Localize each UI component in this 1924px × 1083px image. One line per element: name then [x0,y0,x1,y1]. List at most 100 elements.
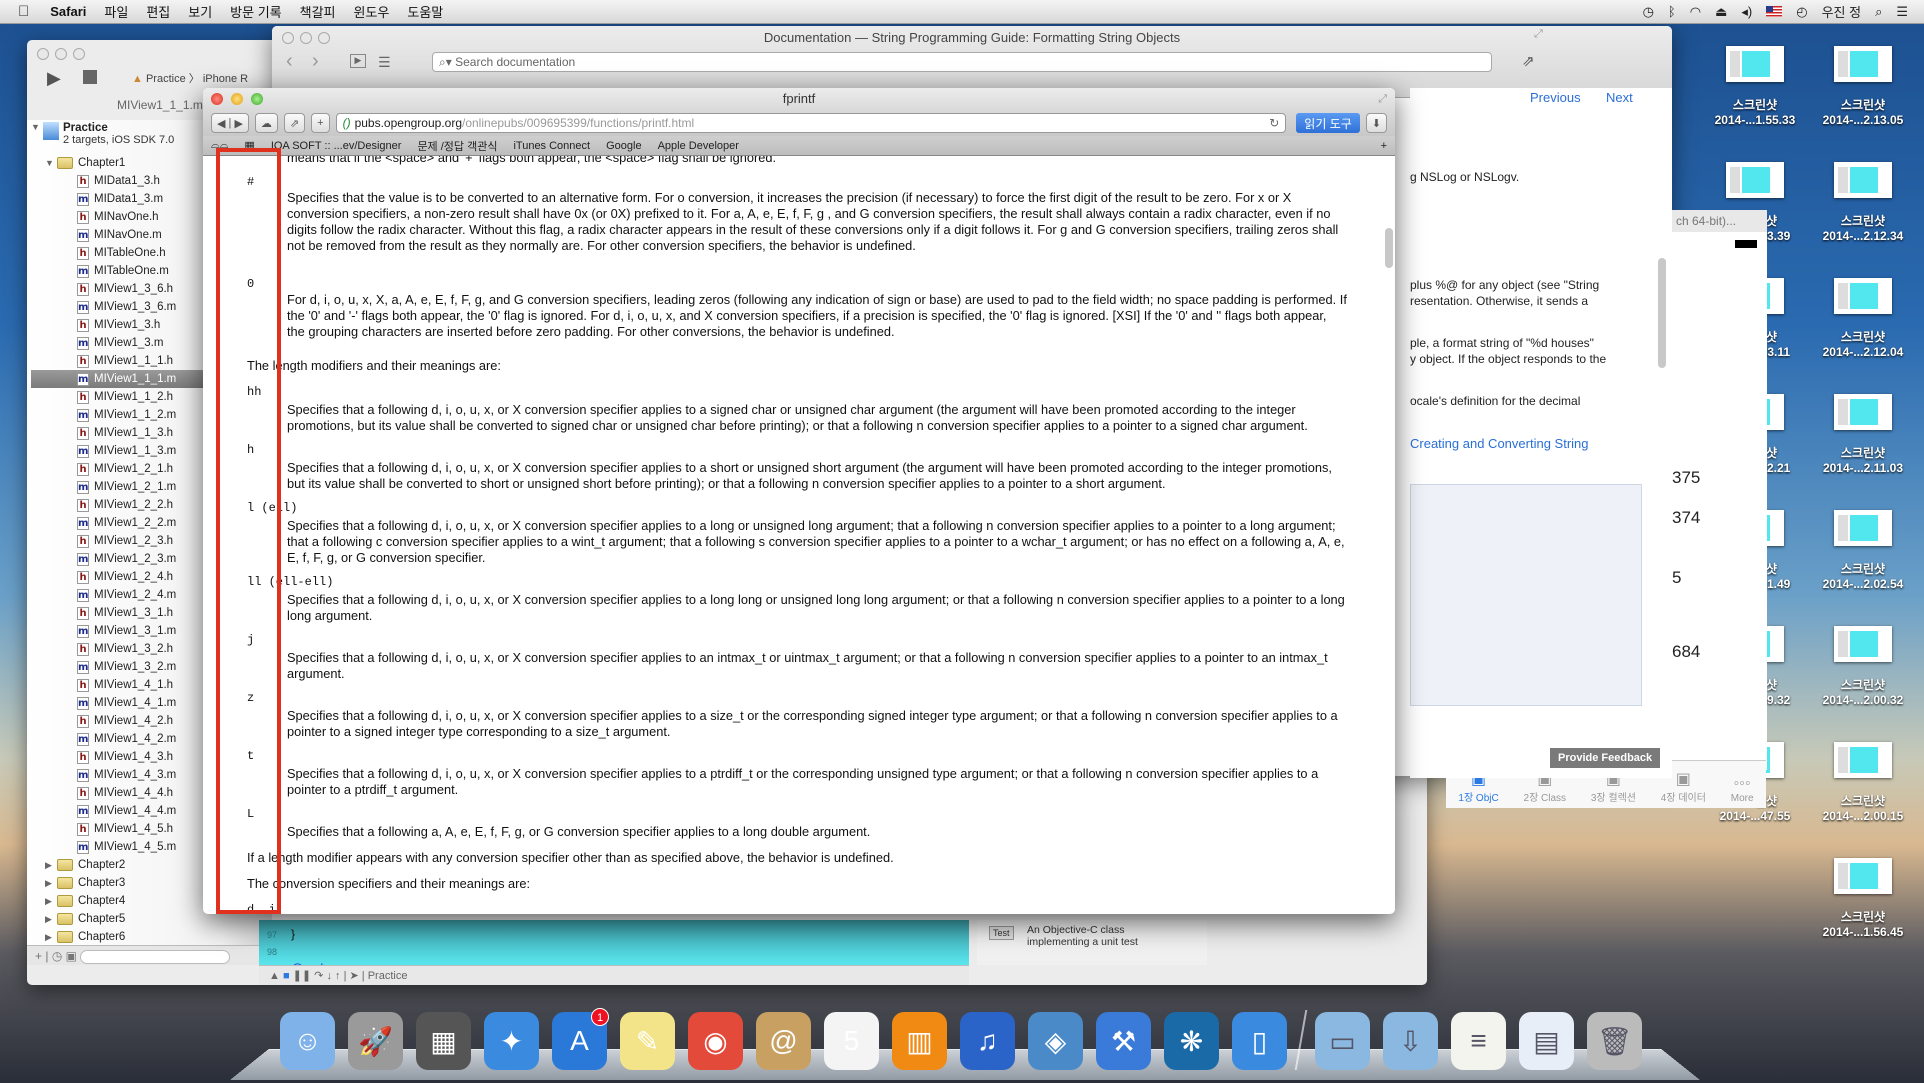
scheme-selector[interactable]: ▲ Practice 〉 iPhone R [132,70,248,86]
trash-icon[interactable]: 🗑 [1587,1012,1642,1070]
fullscreen-icon[interactable]: ⤢ [1378,88,1387,110]
recent-files-icon[interactable]: ◷ [52,949,62,963]
menu-edit[interactable]: 편집 [137,2,179,21]
bookmark-item[interactable]: 문제 /정답 객관식 [417,138,497,154]
clock-icon[interactable]: ◴ [1796,4,1807,20]
filter-field[interactable] [80,949,231,964]
desktop-file-icon[interactable]: 스크린샷 2014-...2.12.04 [1808,278,1918,394]
group-row[interactable]: ▶ Chapter6 [31,928,272,946]
ios-tab-item[interactable]: ◦◦◦ More [1731,775,1754,804]
menu-file[interactable]: 파일 [95,2,137,21]
desktop-file-icon[interactable]: 스크린샷 2014-...2.12.34 [1808,162,1918,278]
launchpad-icon[interactable]: 🚀 [348,1012,403,1070]
documents-stack-icon[interactable]: ≡ [1451,1012,1506,1070]
zoom-button[interactable] [251,93,263,105]
safari-icon[interactable]: ✦ [484,1012,539,1070]
doc-link[interactable]: Creating and Converting String [1410,436,1589,451]
add-icon[interactable]: + [35,949,42,963]
xcode-icon[interactable]: ⚒ [1096,1012,1151,1070]
menu-app-safari[interactable]: Safari [41,4,95,19]
editor-tab-title[interactable]: MIView1_1_1.m [117,98,203,112]
xcode-window-controls[interactable] [37,48,91,63]
volume-icon[interactable]: ◂) [1741,4,1752,20]
menu-window[interactable]: 윈도우 [345,2,399,21]
finder-icon[interactable]: ☺ [280,1012,335,1070]
page-scrollbar[interactable] [1385,228,1393,268]
table-of-contents-icon[interactable]: ☰ [378,54,391,71]
stop-button[interactable] [83,70,97,84]
menu-help[interactable]: 도움말 [398,2,452,21]
menu-history[interactable]: 방문 기록 [221,2,290,21]
minimize-button[interactable] [231,93,243,105]
desktop-file-icon[interactable]: 스크린샷 2014-...1.56.45 [1808,858,1918,974]
library-item[interactable]: Test An Objective-C class implementing a… [977,920,1207,965]
chrome-icon[interactable]: ◉ [688,1012,743,1070]
contacts-icon[interactable]: @ [756,1012,811,1070]
disclosure-open-icon[interactable]: ▼ [45,154,57,172]
back-forward-buttons[interactable]: ◀ | ▶ [211,113,249,133]
close-button[interactable] [211,93,223,105]
disclosure-closed-icon[interactable]: ▶ [45,874,57,892]
location-icon[interactable]: ➤ [350,970,359,982]
desktop-file-icon[interactable]: 스크린샷 2014-...2.00.15 [1808,742,1918,858]
sourcetree-icon[interactable]: ❋ [1164,1012,1219,1070]
user-name[interactable]: 우진 정 [1822,2,1862,21]
desktop-file-icon[interactable]: 스크린샷 2014-...1.55.33 [1700,46,1810,162]
bookmark-item[interactable]: iTunes Connect [513,140,590,152]
stickies-icon[interactable]: ✎ [620,1012,675,1070]
screenshot-stack-icon[interactable]: ▤ [1519,1012,1574,1070]
downloads-button[interactable]: ⬇ [1365,113,1387,133]
desktop-file-icon[interactable]: 스크린샷 2014-...2.11.03 [1808,394,1918,510]
calendar-icon[interactable]: 5 [824,1012,879,1070]
step-out-icon[interactable]: ↑ [335,970,341,982]
forward-icon[interactable]: ▶ [234,117,242,130]
share-button[interactable]: ⇗ [283,113,306,133]
bookmark-item[interactable]: Apple Developer [658,140,739,152]
sidebar-toggle-icon[interactable]: ▶ [350,54,366,68]
previous-link[interactable]: Previous [1530,90,1581,105]
hide-debug-icon[interactable]: ▲ [269,970,280,982]
reload-icon[interactable]: ↻ [1269,116,1279,130]
icloud-tabs-button[interactable]: ☁ [254,113,278,133]
itunes-icon[interactable]: ♫ [960,1012,1015,1070]
pause-icon[interactable]: ❚❚ [293,970,311,982]
apple-menu-icon[interactable]:  [0,3,41,20]
disclosure-closed-icon[interactable]: ▶ [45,856,57,874]
app-store-icon[interactable]: A1 [552,1008,609,1070]
source-control-icon[interactable]: ▣ [66,949,77,963]
menu-bookmarks[interactable]: 책갈피 [291,2,345,21]
eject-icon[interactable]: ⏏ [1715,4,1727,20]
ios-simulator-icon[interactable]: ▯ [1232,1012,1287,1070]
bookmark-item[interactable]: Google [606,140,641,152]
wifi-icon[interactable]: ◠ [1690,4,1701,20]
step-in-icon[interactable]: ↓ [326,970,332,982]
back-icon[interactable]: ‹ [286,50,293,73]
disclosure-closed-icon[interactable]: ▶ [45,892,57,910]
breakpoints-icon[interactable]: ■ [283,970,290,982]
doc-scrollbar[interactable] [1658,258,1666,368]
disclosure-closed-icon[interactable]: ▶ [45,910,57,928]
step-over-icon[interactable]: ↷ [314,970,323,982]
ibooks-icon[interactable]: ▥ [892,1012,947,1070]
disclosure-closed-icon[interactable]: ▶ [45,928,57,946]
forward-icon[interactable]: › [312,50,319,73]
time-machine-icon[interactable]: ◷ [1643,4,1654,20]
disclosure-open-icon[interactable]: ▼ [31,122,43,132]
downloads-folder-icon[interactable]: ⇩ [1383,1012,1438,1070]
reader-button[interactable]: 읽기 도구 [1296,113,1360,133]
add-bookmark-button[interactable]: + [311,113,330,133]
iphoto-icon[interactable]: ◈ [1028,1012,1083,1070]
input-source-flag-icon[interactable] [1766,6,1783,17]
fullscreen-icon[interactable]: ⤢ [1534,28,1543,41]
desktop-file-icon[interactable]: 스크린샷 2014-...2.13.05 [1808,46,1918,162]
provide-feedback-button[interactable]: Provide Feedback [1550,748,1661,768]
new-tab-icon[interactable]: + [1381,140,1387,152]
mission-control-icon[interactable]: ▦ [416,1012,471,1070]
search-documentation-field[interactable]: ⌕▾ Search documentation [432,52,1492,72]
code-editor[interactable]: 97}9899@end [259,920,969,975]
menu-view[interactable]: 보기 [179,2,221,21]
next-link[interactable]: Next [1606,90,1633,105]
spotlight-icon[interactable]: ⌕ [1875,4,1882,20]
share-icon[interactable]: ⇗ [1522,52,1535,70]
address-bar[interactable]: () pubs.opengroup.org/onlinepubs/0096953… [335,113,1287,133]
